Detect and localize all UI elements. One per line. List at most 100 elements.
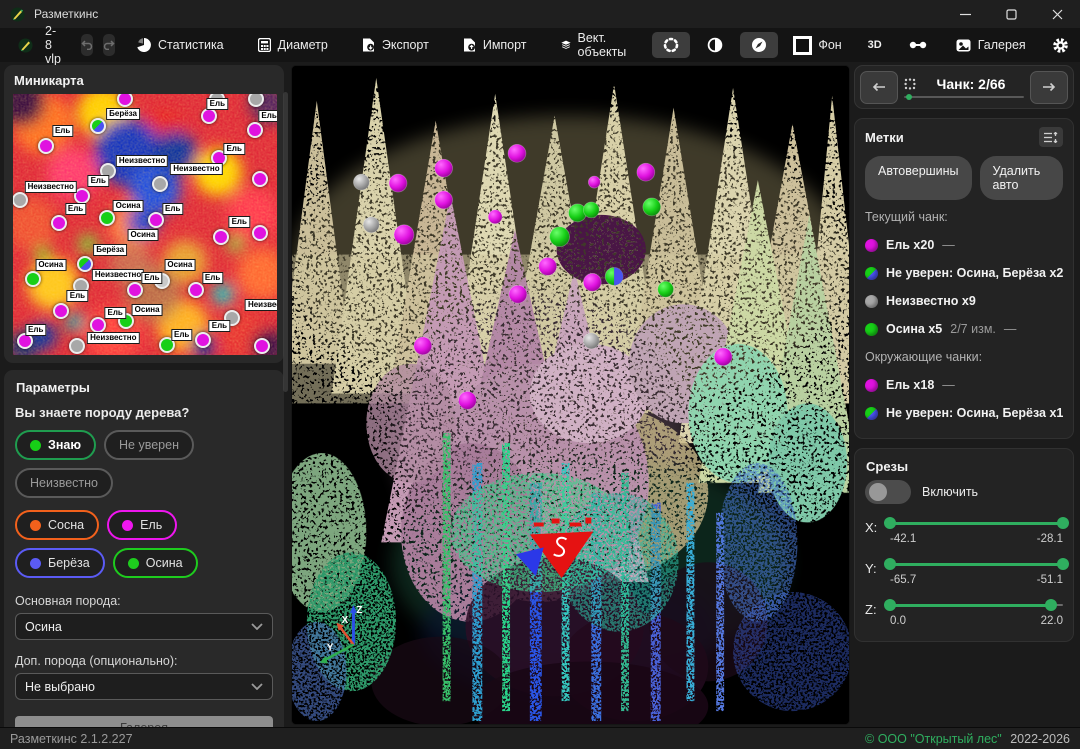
diameter-button[interactable]: Диаметр	[248, 33, 338, 57]
auto-vertices-button[interactable]: Автовершины	[865, 156, 972, 200]
mark-list-item[interactable]: Не уверен: Осина, Берёза x1	[865, 406, 1063, 420]
aspen-marker[interactable]	[583, 202, 599, 218]
slider-handle-min[interactable]	[884, 599, 896, 611]
sidebar-scrollbar[interactable]	[283, 92, 288, 392]
close-button[interactable]	[1034, 0, 1080, 28]
species-button[interactable]: Берёза	[15, 548, 105, 578]
spruce-marker[interactable]	[414, 337, 432, 355]
export-button[interactable]: Экспорт	[352, 33, 439, 57]
statistics-button[interactable]: Статистика	[127, 33, 234, 57]
aspen-marker[interactable]	[550, 227, 570, 247]
aspen-marker[interactable]	[643, 198, 661, 216]
minimap-canvas[interactable]: БерёзаЕльЕльЕльНеизвестноНеизвестноЕльЕл…	[13, 94, 277, 355]
pencil-tool-icon[interactable]	[18, 38, 33, 53]
spruce-marker[interactable]	[539, 258, 557, 276]
minimap-tree-dot[interactable]	[127, 282, 143, 298]
main-species-select[interactable]: Осина	[15, 613, 273, 640]
spruce-marker[interactable]	[508, 144, 526, 162]
spruce-marker[interactable]	[435, 159, 453, 177]
unknown-marker[interactable]	[353, 174, 369, 190]
slider-handle-max[interactable]	[1045, 599, 1057, 611]
spruce-marker[interactable]	[389, 174, 407, 192]
redo-button[interactable]	[103, 34, 115, 56]
undo-button[interactable]	[81, 34, 93, 56]
spruce-marker[interactable]	[637, 163, 655, 181]
chunk-view-toggle-button[interactable]	[652, 32, 690, 58]
copyright-link[interactable]: © ООО "Открытый лес"	[865, 732, 1002, 746]
spruce-marker[interactable]	[435, 191, 453, 209]
minimap-tree-dot[interactable]	[90, 118, 106, 134]
knowledge-button[interactable]: Не уверен	[104, 430, 194, 460]
knowledge-button[interactable]: Неизвестно	[15, 468, 113, 498]
next-chunk-button[interactable]	[1030, 71, 1068, 104]
vector-objects-button[interactable]: Вект. объекты	[551, 26, 642, 64]
mark-list-item[interactable]: Не уверен: Осина, Берёза x2	[865, 266, 1063, 280]
tree-gallery-button[interactable]: Галерея	[15, 716, 273, 727]
minimap-tree-dot[interactable]	[99, 210, 115, 226]
delete-auto-button[interactable]: Удалить авто	[980, 156, 1063, 200]
prev-chunk-button[interactable]	[860, 71, 898, 104]
minimap-tree-dot[interactable]	[38, 138, 54, 154]
spruce-marker[interactable]	[394, 225, 414, 245]
slice-range-slider[interactable]	[890, 599, 1063, 612]
spruce-marker[interactable]	[509, 285, 527, 303]
maximize-button[interactable]	[988, 0, 1034, 28]
species-button[interactable]: Осина	[113, 548, 198, 578]
minimap-tree-dot[interactable]	[90, 317, 106, 333]
minimap-tree-dot[interactable]	[77, 256, 93, 272]
spruce-marker[interactable]	[459, 392, 477, 410]
mark-list-item[interactable]: Ель x20—	[865, 238, 1063, 252]
spruce-marker[interactable]	[714, 348, 732, 366]
compass-tool-button[interactable]	[740, 32, 778, 58]
mode-3d-button[interactable]: 3D	[868, 39, 882, 51]
slider-handle-min[interactable]	[884, 517, 896, 529]
minimap-tree-dot[interactable]	[195, 332, 211, 348]
minimap-tree-dot[interactable]	[213, 229, 229, 245]
minimap-tree-dot[interactable]	[188, 282, 204, 298]
minimap-tree-dot[interactable]	[69, 338, 85, 354]
contrast-toggle-button[interactable]	[696, 32, 734, 58]
minimap-tree-dot[interactable]	[25, 271, 41, 287]
mark-list-item[interactable]: Ель x18—	[865, 378, 1063, 392]
species-button[interactable]: Ель	[107, 510, 177, 540]
mark-list-item[interactable]: Осина x52/7 изм.—	[865, 322, 1063, 336]
slice-range-slider[interactable]	[890, 558, 1063, 571]
minimap-species-label: Ель	[207, 98, 228, 110]
unknown-marker[interactable]	[583, 333, 599, 349]
minimap-species-label: Ель	[52, 125, 73, 137]
slice-range-slider[interactable]	[890, 517, 1063, 530]
settings-button[interactable]	[1052, 37, 1069, 54]
slices-enable-toggle[interactable]	[865, 480, 911, 504]
minimap-tree-dot[interactable]	[247, 122, 263, 138]
mark-list-item[interactable]: Неизвестно x9	[865, 294, 1063, 308]
minimap-tree-dot[interactable]	[53, 303, 69, 319]
aspen-marker[interactable]	[658, 281, 674, 297]
minimap-tree-dot[interactable]	[254, 338, 270, 354]
spruce-marker[interactable]	[488, 210, 502, 224]
import-button[interactable]: Импорт	[453, 33, 537, 57]
minimize-button[interactable]	[942, 0, 988, 28]
slider-handle-min[interactable]	[884, 558, 896, 570]
chunk-progress-slider[interactable]	[904, 96, 1024, 98]
minimap-tree-dot[interactable]	[252, 171, 268, 187]
slice-slider-row: X:-42.1-28.1	[865, 517, 1063, 545]
species-button[interactable]: Сосна	[15, 510, 99, 540]
slider-min-value: 0.0	[890, 615, 906, 627]
pointcloud-viewport[interactable]: Z X Y	[291, 65, 850, 725]
marks-sort-button[interactable]	[1039, 127, 1063, 147]
gallery-button[interactable]: Галерея	[946, 33, 1036, 57]
minimap-tree-dot[interactable]	[51, 215, 67, 231]
extra-species-select[interactable]: Не выбрано	[15, 673, 273, 700]
minimap-tree-dot[interactable]	[252, 225, 268, 241]
slider-axis-label: Y:	[865, 558, 881, 576]
spruce-marker[interactable]	[588, 176, 600, 188]
knowledge-button[interactable]: Знаю	[15, 430, 96, 460]
link-points-button[interactable]	[899, 32, 937, 58]
slider-handle-max[interactable]	[1057, 558, 1069, 570]
background-checkbox[interactable]: Фон	[793, 36, 841, 55]
minimap-tree-dot[interactable]	[152, 176, 168, 192]
slice-slider-group: X:-42.1-28.1Y:-65.7-51.1Z:0.022.0	[865, 517, 1063, 627]
unknown-marker[interactable]	[363, 217, 379, 233]
slider-handle-max[interactable]	[1057, 517, 1069, 529]
spruce-marker[interactable]	[583, 273, 601, 291]
